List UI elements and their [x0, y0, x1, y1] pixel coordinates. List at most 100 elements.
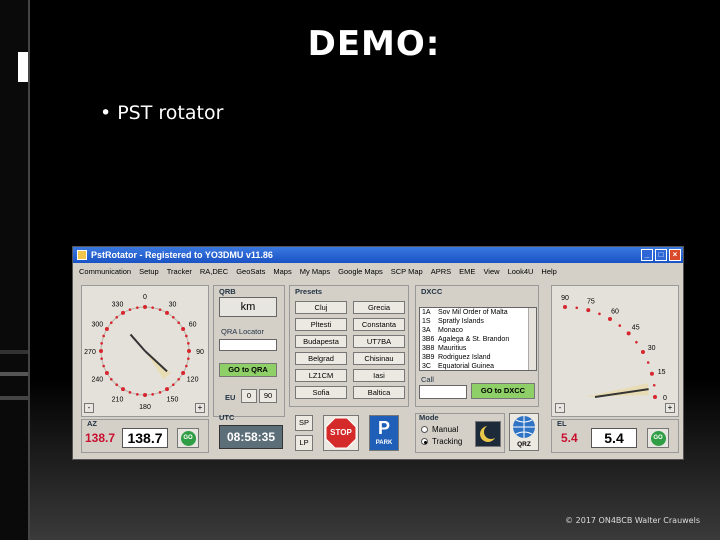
utc-clock: 08:58:35: [219, 425, 283, 449]
qra-locator-input[interactable]: [219, 339, 277, 351]
el-plus-button[interactable]: +: [665, 403, 675, 413]
preset-button[interactable]: Pltesti: [295, 318, 347, 331]
preset-button[interactable]: LZ1CM: [295, 369, 347, 382]
dxcc-list-item[interactable]: 1S Spratly Islands: [420, 317, 536, 326]
menu-item[interactable]: Communication: [79, 267, 131, 276]
az-tick-dot: [187, 357, 190, 360]
moon-button[interactable]: [475, 421, 501, 447]
park-label: PARK: [375, 440, 393, 446]
goto-dxcc-button[interactable]: GO to DXCC: [471, 383, 535, 399]
preset-button[interactable]: Chisinau: [353, 352, 405, 365]
dxcc-prefix: 3A: [422, 327, 431, 334]
preset-button[interactable]: Iasi: [353, 369, 405, 382]
goto-qra-button[interactable]: GO to QRA: [219, 363, 277, 377]
menu-item[interactable]: RA,DEC: [200, 267, 228, 276]
menu-item[interactable]: Tracker: [167, 267, 192, 276]
az-tick-label: 60: [189, 322, 197, 329]
dxcc-prefix: 3B8: [422, 345, 435, 352]
el-tick-label: 75: [587, 298, 595, 305]
dxcc-list-item[interactable]: 1A Sov Mil Order of Malta: [420, 308, 536, 317]
preset-button[interactable]: Cluj: [295, 301, 347, 314]
az-tick-dot: [128, 391, 132, 394]
menu-item[interactable]: GeoSats: [236, 267, 265, 276]
el-minus-button[interactable]: -: [555, 403, 565, 413]
app-icon: [77, 250, 87, 260]
az-tick-dot: [187, 349, 191, 353]
az-needle: [129, 333, 146, 352]
dxcc-list-item[interactable]: 3A Monaco: [420, 326, 536, 335]
go-icon: GO: [180, 430, 196, 446]
menu-item[interactable]: Look4U: [508, 267, 534, 276]
dxcc-list-item[interactable]: 3B9 Rodriguez Island: [420, 353, 536, 362]
sp-button[interactable]: SP: [295, 415, 313, 431]
qrz-button[interactable]: QRZ: [509, 413, 539, 451]
dxcc-list-item[interactable]: 3B6 Agalega & St. Brandon: [420, 335, 536, 344]
el-tick-label: 15: [658, 369, 666, 376]
dxcc-list-item[interactable]: 3C Equatorial Guinea: [420, 362, 536, 370]
el-tick-dot: [575, 306, 579, 310]
el-tick-label: 90: [561, 295, 569, 302]
el-go-button[interactable]: GO: [647, 428, 669, 448]
menu-item[interactable]: My Maps: [300, 267, 330, 276]
el-tick-dot: [618, 324, 622, 327]
window-titlebar[interactable]: PstRotator - Registered to YO3DMU v11.86…: [73, 247, 683, 263]
az-tick-label: 150: [167, 397, 179, 404]
az-go-button[interactable]: GO: [177, 428, 199, 448]
az-tick-label: 300: [92, 322, 104, 329]
az-tick-dot: [136, 306, 139, 309]
menu-item[interactable]: Maps: [273, 267, 291, 276]
menu-item[interactable]: Setup: [139, 267, 159, 276]
az-tick-dot: [136, 393, 139, 396]
az-tick-dot: [143, 393, 147, 397]
preset-button[interactable]: Constanta: [353, 318, 405, 331]
preset-button[interactable]: UT7BA: [353, 335, 405, 348]
el-tick-dot: [586, 308, 591, 313]
manual-radio[interactable]: Manual: [421, 425, 458, 434]
dxcc-list-item[interactable]: 3B8 Mauritius: [420, 344, 536, 353]
call-input[interactable]: [419, 385, 467, 399]
preset-button[interactable]: Grecia: [353, 301, 405, 314]
az-tick-label: 240: [92, 377, 104, 384]
dxcc-prefix: 3B9: [422, 354, 435, 361]
minimize-icon[interactable]: _: [641, 249, 653, 261]
moon-icon: [480, 425, 498, 442]
el-label: EL: [557, 419, 567, 428]
preset-button[interactable]: Baltica: [353, 386, 405, 399]
menu-item[interactable]: APRS: [431, 267, 451, 276]
eu-90-button[interactable]: 90: [259, 389, 277, 403]
qrz-label: QRZ: [517, 441, 531, 448]
tracking-radio[interactable]: Tracking: [421, 437, 462, 446]
slide-footer: © 2017 ON4BCB Walter Crauwels: [565, 516, 700, 525]
dxcc-prefix: 3C: [422, 363, 431, 370]
stop-label: STOP: [330, 428, 352, 437]
az-plus-button[interactable]: +: [195, 403, 205, 413]
dxcc-scrollbar[interactable]: [528, 308, 536, 370]
az-tick-label: 270: [84, 349, 96, 356]
preset-button[interactable]: Budapesta: [295, 335, 347, 348]
menu-item[interactable]: Google Maps: [338, 267, 383, 276]
preset-button[interactable]: Sofia: [295, 386, 347, 399]
lp-button[interactable]: LP: [295, 435, 313, 451]
az-tick-dot: [99, 349, 103, 353]
menu-item[interactable]: Help: [541, 267, 556, 276]
dxcc-country: Sov Mil Order of Malta: [438, 309, 508, 316]
eu-0-button[interactable]: 0: [241, 389, 257, 403]
az-minus-button[interactable]: -: [84, 403, 94, 413]
maximize-icon[interactable]: □: [655, 249, 667, 261]
parking-icon: P: [377, 418, 390, 438]
preset-button[interactable]: Belgrad: [295, 352, 347, 365]
menu-item[interactable]: SCP Map: [391, 267, 423, 276]
menu-item[interactable]: View: [483, 267, 499, 276]
qrb-label: QRB: [219, 287, 236, 296]
az-target-value: 138.7: [85, 431, 116, 445]
dxcc-list[interactable]: 1A Sov Mil Order of Malta 1S Spratly Island…: [419, 307, 537, 371]
az-label: AZ: [87, 419, 97, 428]
stop-button[interactable]: STOP: [323, 415, 359, 451]
close-icon[interactable]: ×: [669, 249, 681, 261]
el-tick-dot: [608, 317, 612, 322]
az-tick-dot: [185, 334, 188, 338]
elevation-dial: 90 75 60 45 30 15 0: [561, 295, 667, 402]
park-button[interactable]: P PARK: [369, 415, 399, 451]
menu-item[interactable]: EME: [459, 267, 475, 276]
menu-bar: Communication Setup Tracker RA,DEC GeoSats Ma…: [73, 265, 683, 277]
